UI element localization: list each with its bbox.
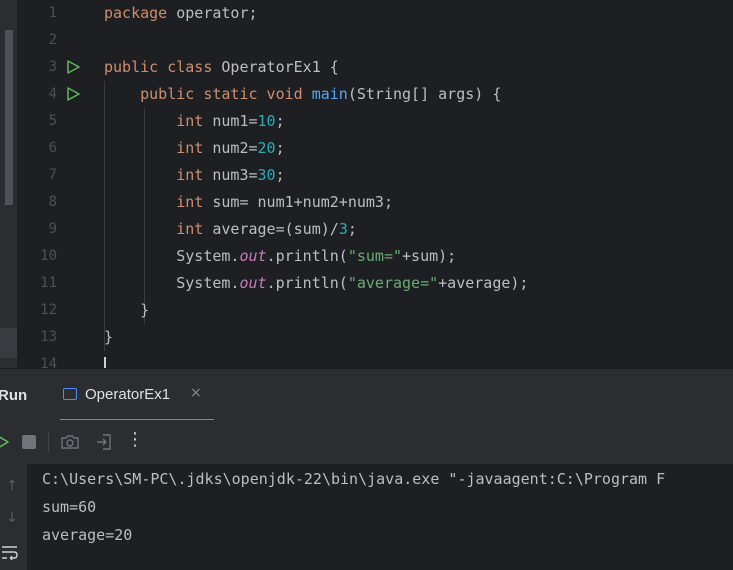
code-token: System. xyxy=(104,247,240,265)
code-token: System. xyxy=(104,274,240,292)
camera-icon[interactable] xyxy=(60,432,80,452)
code-token: int xyxy=(176,112,204,130)
console-side-toolbar: ↑ ↓ xyxy=(0,464,27,570)
console-line: C:\Users\SM-PC\.jdks\openjdk-22\bin\java… xyxy=(42,470,666,488)
more-vertical-icon[interactable]: ⋮ xyxy=(125,429,145,450)
code-token: } xyxy=(104,328,114,346)
line-number: 13 xyxy=(40,329,57,345)
code-token: out xyxy=(239,274,267,292)
code-line: } xyxy=(104,324,113,351)
code-token: sum= num1+num2+num3; xyxy=(203,193,393,211)
code-line: package operator; xyxy=(104,0,258,27)
code-token: "sum=" xyxy=(347,247,403,265)
code-token: (String[] args) { xyxy=(347,85,502,103)
code-token: num2= xyxy=(203,139,258,157)
code-token: ; xyxy=(275,112,285,130)
code-token: .println( xyxy=(266,247,348,265)
code-token: ; xyxy=(275,139,285,157)
line-number: 4 xyxy=(48,86,57,102)
code-token: public class xyxy=(104,58,213,76)
line-number: 10 xyxy=(40,248,57,264)
code-token: operator; xyxy=(167,4,258,22)
close-icon[interactable]: × xyxy=(190,385,202,401)
stop-icon[interactable] xyxy=(19,432,39,452)
code-token: 3 xyxy=(338,220,348,238)
code-token: ; xyxy=(275,166,285,184)
line-number: 12 xyxy=(40,302,57,318)
code-token: 20 xyxy=(257,139,276,157)
login-icon[interactable] xyxy=(94,432,114,452)
line-number: 8 xyxy=(48,194,57,210)
code-token: average=(sum)/ xyxy=(203,220,339,238)
editor-gutter: 1 2 3 4 5 6 7 8 9 10 11 12 13 14 xyxy=(17,0,91,368)
line-number: 5 xyxy=(48,113,57,129)
code-token: OperatorEx1 { xyxy=(212,58,339,76)
code-line: System.out.println("sum="+sum); xyxy=(104,243,456,270)
code-token: public static void xyxy=(140,85,303,103)
run-gutter-icon[interactable] xyxy=(65,59,81,75)
code-token: main xyxy=(311,85,348,103)
line-number: 9 xyxy=(48,221,57,237)
tab-operatorex1[interactable]: OperatorEx1 × xyxy=(60,379,214,421)
code-line: int num1=10; xyxy=(104,108,285,135)
left-tool-strip xyxy=(0,0,17,368)
run-config-icon xyxy=(63,388,77,400)
scroll-up-icon[interactable]: ↑ xyxy=(0,478,24,498)
line-number: 3 xyxy=(48,59,57,75)
code-token: num1= xyxy=(203,112,258,130)
code-token: int xyxy=(176,193,204,211)
code-line: int sum= num1+num2+num3; xyxy=(104,189,393,216)
code-token: } xyxy=(104,301,150,319)
code-token: int xyxy=(176,139,204,157)
tool-strip-selection xyxy=(0,328,17,358)
line-number: 2 xyxy=(48,32,57,48)
code-token: "average=" xyxy=(347,274,439,292)
code-token: num3= xyxy=(203,166,258,184)
code-token: 30 xyxy=(257,166,276,184)
code-line: int num3=30; xyxy=(104,162,285,189)
code-line: } xyxy=(104,297,149,324)
code-token: int xyxy=(176,220,204,238)
run-gutter-icon[interactable] xyxy=(65,86,81,102)
code-token: out xyxy=(239,247,267,265)
code-editor[interactable]: 1 2 3 4 5 6 7 8 9 10 11 12 13 14 package operator; pub… xyxy=(0,0,733,368)
line-number: 7 xyxy=(48,167,57,183)
line-number: 1 xyxy=(48,5,57,21)
console-output[interactable]: ↑ ↓ C:\Users\SM-PC\.jdks\openjdk-22\bin\… xyxy=(0,464,733,570)
code-token: +average); xyxy=(438,274,529,292)
code-token: +sum); xyxy=(402,247,457,265)
code-line: public class OperatorEx1 { xyxy=(104,54,339,81)
tab-label: OperatorEx1 xyxy=(85,386,171,403)
run-toolbar: ⋮ xyxy=(0,420,733,464)
code-token: ; xyxy=(347,220,357,238)
line-number: 14 xyxy=(40,356,57,368)
soft-wrap-icon[interactable] xyxy=(0,542,22,562)
code-token: package xyxy=(104,4,168,22)
code-line: System.out.println("average="+average); xyxy=(104,270,528,297)
run-tool-window-title: Run xyxy=(0,387,28,404)
code-token: 10 xyxy=(257,112,276,130)
text-caret xyxy=(104,357,106,368)
code-token: .println( xyxy=(266,274,348,292)
run-tool-window-header: Run OperatorEx1 × xyxy=(0,368,733,421)
scroll-down-icon[interactable]: ↓ xyxy=(0,510,24,530)
line-number: 6 xyxy=(48,140,57,156)
code-token: int xyxy=(176,166,204,184)
console-line: sum=60 xyxy=(42,498,97,516)
toolbar-separator xyxy=(48,432,49,452)
line-number: 11 xyxy=(40,275,57,291)
code-line: int average=(sum)/3; xyxy=(104,216,357,243)
code-line: int num2=20; xyxy=(104,135,285,162)
project-scrollbar[interactable] xyxy=(5,30,13,205)
code-line: public static void main(String[] args) { xyxy=(104,81,501,108)
console-line: average=20 xyxy=(42,526,133,544)
rerun-icon[interactable] xyxy=(0,432,12,452)
